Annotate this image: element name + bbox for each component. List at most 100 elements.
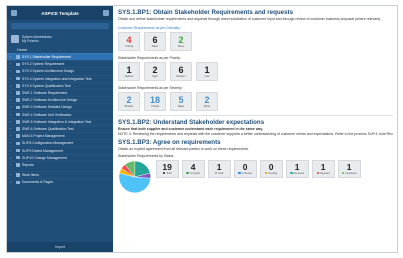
count-tile-critical[interactable]: 4 Critical (118, 32, 140, 52)
sidebar-item-work-items[interactable]: › Work Items (7, 171, 113, 178)
sidebar-nav: › SYS.1 Stakeholder Requirement › SYS.2 Sys… (7, 53, 113, 168)
sidebar-item-label: MAN.3 Project Management (22, 134, 65, 139)
chevron-right-icon[interactable]: › (10, 134, 14, 138)
count-tile-minor[interactable]: 2 Minor (170, 32, 192, 52)
tile-value: 18 (149, 95, 160, 106)
sidebar-item-sys-4-system-integration-and-integration-test[interactable]: › SYS.4 System Integration and Integratio… (7, 74, 113, 82)
tile-caption-text: Completed (345, 171, 357, 175)
import-button[interactable]: Import (7, 242, 113, 252)
tile-value: 4 (190, 161, 196, 172)
chevron-right-icon[interactable]: › (10, 62, 14, 66)
sidebar-item-label: SWE.1 Software Requirement (22, 91, 68, 96)
sidebar-item-label: SWE.6 Software Qualification Test (22, 126, 74, 131)
chevron-right-icon[interactable]: › (10, 120, 14, 124)
chevron-right-icon[interactable]: › (10, 105, 14, 109)
sidebar-item-documents-pages[interactable]: › Documents & Pages (7, 178, 113, 185)
sidebar-item-swe-5-software-integration-integration-test[interactable]: › SWE.5 Software Integration & Integratio… (7, 117, 113, 125)
sidebar-item-swe-3-software-detailed-design[interactable]: › SWE.3 Software Detailed Design (7, 103, 113, 110)
sidebar: ASPICE Template System Administrator My … (7, 6, 113, 252)
sidebar-item-swe-4-software-unit-verification[interactable]: › SWE.4 Software Unit Verification (7, 110, 113, 118)
tile-value: 19 (162, 161, 172, 172)
group-label-status: Stakeholder Requirements by Status: (118, 153, 175, 158)
tile-caption-text: Accepted (189, 171, 200, 175)
sidebar-item-sys-5-system-qualification-test[interactable]: › SYS.5 System Qualification Test (7, 81, 113, 89)
tile-caption: High (152, 75, 158, 79)
sidebar-item-sys-1-stakeholder-requirement[interactable]: › SYS.1 Stakeholder Requirement (7, 53, 113, 61)
count-tile-low[interactable]: 1 Low (196, 62, 218, 82)
status-dot-icon (290, 171, 293, 175)
count-tile-minor[interactable]: 2 Minor (196, 92, 218, 112)
tile-caption: Blocker (124, 105, 134, 109)
folder-icon (16, 148, 20, 153)
chevron-right-icon[interactable]: › (10, 127, 14, 131)
sidebar-item-label: SWE.3 Software Detailed Design (22, 105, 72, 110)
chevron-right-icon[interactable]: › (10, 163, 14, 167)
my-polarion-link[interactable]: My Polarion (22, 39, 39, 43)
project-title[interactable]: ASPICE Template (20, 11, 100, 16)
status-tile-rejected[interactable]: 1 Rejected (311, 159, 335, 178)
menu-icon[interactable] (11, 10, 17, 16)
chevron-right-icon[interactable]: › (10, 156, 14, 160)
sidebar-item-man-3-project-management[interactable]: › MAN.3 Project Management (7, 132, 113, 139)
sidebar-item-label: SUP.9 Defect Management (22, 148, 63, 153)
sidebar-item-sup-10-change-management[interactable]: › SUP.10 Change Management (7, 153, 113, 161)
tile-caption-text: In Review (241, 171, 253, 175)
sidebar-item-label: SYS.2 System Requirement (22, 62, 65, 67)
tile-caption-text: Rejected (320, 171, 330, 175)
tile-value: 6 (152, 35, 158, 46)
status-tile-in-review[interactable]: 0 In Review (233, 159, 257, 178)
sidebar-item-swe-6-software-qualification-test[interactable]: › SWE.6 Software Qualification Test (7, 124, 113, 132)
tile-value: 6 (178, 65, 184, 76)
group-label-priority: Stakeholder Requirements as per Priority… (118, 56, 181, 61)
tile-caption: Rejected (316, 171, 330, 175)
sidebar-header: ASPICE Template (7, 6, 113, 20)
status-tile-accepted[interactable]: 4 Accepted (181, 159, 205, 178)
sidebar-item-sup-8-configuration-management[interactable]: › SUP.8 Configuration Management (7, 139, 113, 146)
chevron-right-icon[interactable]: › (10, 180, 14, 184)
chevron-right-icon[interactable]: › (10, 91, 14, 95)
chevron-right-icon[interactable]: › (10, 149, 14, 153)
sidebar-item-sys-2-system-requirement[interactable]: › SYS.2 System Requirement (7, 60, 113, 67)
folder-icon (16, 120, 20, 124)
chevron-right-icon[interactable]: › (10, 173, 14, 177)
sidebar-item-home[interactable]: Home (7, 46, 113, 53)
folder-icon (16, 141, 20, 146)
tile-value: 1 (216, 161, 222, 172)
folder-icon (16, 155, 20, 160)
count-tile-medium[interactable]: 6 Medium (170, 62, 192, 82)
chevron-right-icon[interactable]: › (10, 84, 14, 88)
criticality-tiles: 4 Critical 6 Major 2 Minor (118, 32, 393, 52)
settings-icon[interactable] (103, 10, 109, 16)
status-tile-completed[interactable]: 1 Completed (337, 159, 361, 178)
search-input[interactable] (11, 23, 109, 29)
chevron-right-icon[interactable]: › (10, 113, 14, 117)
status-tile-reviewed[interactable]: 1 Reviewed (285, 159, 309, 178)
chevron-right-icon[interactable]: › (10, 77, 14, 81)
tile-value: 2 (204, 95, 210, 106)
chevron-right-icon[interactable]: › (10, 55, 14, 59)
tile-caption: Critical (151, 105, 159, 109)
count-tile-major[interactable]: 5 Major (170, 92, 192, 112)
sidebar-item-swe-2-software-architecture-design[interactable]: › SWE.2 Software Architecture Design (7, 96, 113, 103)
sidebar-item-sys-3-system-architecture-design[interactable]: › SYS.3 System Architecture Design (7, 67, 113, 74)
count-tile-major[interactable]: 6 Major (144, 32, 166, 52)
status-tile-pending[interactable]: 0 Pending (259, 159, 283, 178)
status-tile-draft[interactable]: 1 Draft (207, 159, 231, 178)
sidebar-item-label: Work Items (22, 173, 40, 178)
sidebar-item-sup-9-defect-management[interactable]: › SUP.9 Defect Management (7, 146, 113, 153)
chevron-right-icon[interactable]: › (10, 69, 14, 73)
tile-caption-text: Draft (218, 171, 224, 175)
tile-caption: Minor (203, 105, 211, 109)
user-panel[interactable]: System Administrator My Polarion (7, 32, 113, 46)
sidebar-item-swe-1-software-requirement[interactable]: › SWE.1 Software Requirement (7, 88, 113, 96)
tile-value: 5 (178, 95, 184, 106)
chevron-right-icon[interactable]: › (10, 141, 14, 145)
sidebar-item-reports[interactable]: › Reports (7, 160, 113, 168)
count-tile-critical[interactable]: 18 Critical (144, 92, 166, 112)
count-tile-high[interactable]: 2 High (144, 62, 166, 82)
count-tile-blocker[interactable]: 2 Blocker (118, 92, 140, 112)
count-tile-highest[interactable]: 1 Highest (118, 62, 140, 82)
chevron-right-icon[interactable]: › (10, 98, 14, 102)
status-tile-total[interactable]: 19 Total (155, 159, 179, 178)
tile-value: 2 (152, 65, 158, 76)
